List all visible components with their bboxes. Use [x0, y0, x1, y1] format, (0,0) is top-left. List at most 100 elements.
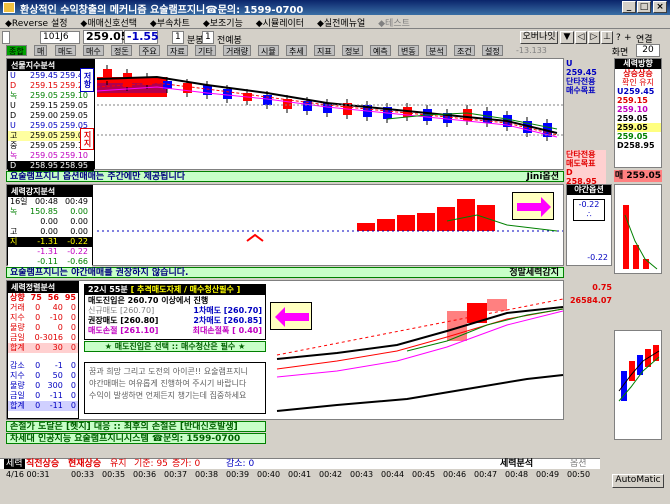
- force-direction-value: 259.15: [617, 96, 648, 105]
- tab-0[interactable]: 종합: [6, 45, 27, 56]
- tab-17[interactable]: 설정: [482, 45, 503, 56]
- tab-16[interactable]: 조건: [454, 45, 475, 56]
- status-option: 옵션: [570, 459, 587, 469]
- table-cell-v3: 0: [70, 371, 76, 380]
- time-tick: 00:36: [133, 470, 157, 479]
- night-notice-strip: 요술램프지니는 야간매매를 권장하지 않습니다. 정말세력감지: [6, 267, 564, 278]
- message-3: 수익이 발생하면 언제든지 챙기는데 집중하세요: [89, 391, 247, 400]
- tab-10[interactable]: 추세: [286, 45, 307, 56]
- table-cell-v3: 0: [70, 343, 76, 352]
- alignment-table-box: 세력정렬분석 상향 75 56 95 거래 0 40 0 지수 0 -10 0 물량 0 0 0 금일 0…: [7, 281, 79, 419]
- table-cell-v3: 0: [70, 361, 76, 370]
- resistance-label: 저항: [80, 68, 94, 92]
- maximize-button[interactable]: □: [637, 1, 651, 13]
- tab-5[interactable]: 주요: [139, 45, 160, 56]
- status-bar: 세력 직전상승 현재상승 유지 기준: 95 증가: 0 감소: 0 세력분석 …: [0, 458, 600, 469]
- question-icon[interactable]: ?: [616, 33, 621, 43]
- menu-aux[interactable]: ◆보조기능: [198, 15, 248, 30]
- menu-bar: ◆Reverse 설정 ◆매매신호선택 ◆부속차트 ◆보조기능 ◆시뮬레이터 ◆…: [0, 15, 670, 29]
- time-tick: 00:50: [567, 470, 591, 479]
- first-sell: 1차매도 [260.70]: [193, 306, 262, 315]
- stop-loss: 매도손절 [261.10]: [88, 326, 159, 335]
- table-row: 거래 0 40 0: [8, 303, 78, 313]
- prev-button[interactable]: ◁: [575, 31, 587, 44]
- tab-7[interactable]: 기타: [195, 45, 216, 56]
- tab-1[interactable]: 매: [34, 45, 48, 56]
- cell-k: 녹: [10, 151, 18, 160]
- time-tick: 00:41: [288, 470, 312, 479]
- zoom-input[interactable]: 20: [636, 44, 660, 57]
- pin-icon[interactable]: ⊥: [601, 31, 613, 44]
- cell-v1: 259.00: [30, 111, 58, 120]
- automatic-button[interactable]: AutoMatic: [612, 474, 664, 488]
- tab-11[interactable]: 지표: [314, 45, 335, 56]
- second-sell: 2차매도 [260.85]: [193, 316, 262, 325]
- table-cell-v2: -3016: [39, 333, 63, 342]
- cell-v1: 259.05: [30, 131, 58, 140]
- tab-12[interactable]: 정보: [342, 45, 363, 56]
- table-cell-v2: 40: [52, 303, 63, 312]
- message-2: 야간매매는 여유롭게 진행하여 주시기 바랍니다: [89, 379, 247, 388]
- status-base: 기준: 95: [134, 459, 168, 469]
- time-tick: 00:40: [257, 470, 281, 479]
- cell-k: [10, 217, 28, 227]
- menu-signal[interactable]: ◆매매신호선택: [75, 15, 142, 30]
- tab-8[interactable]: 거래량: [223, 45, 252, 56]
- table-row: 물량 0 0 0: [8, 323, 78, 333]
- force-direction-value: 259.05: [617, 123, 661, 132]
- data-row: 녹 150.85 0.00: [8, 207, 92, 217]
- status-increase: 증가: 0: [172, 459, 201, 469]
- menu-reverse[interactable]: ◆Reverse 설정: [0, 15, 73, 30]
- next-button[interactable]: ▷: [588, 31, 600, 44]
- table-cell-v3: 0: [70, 391, 76, 400]
- bottom-right-value: 26584.07: [569, 296, 612, 305]
- align-black-1: [276, 306, 564, 360]
- th-1: 75: [30, 293, 42, 302]
- interval-input[interactable]: 1: [202, 31, 214, 44]
- force-direction-header: 세력방향: [615, 59, 661, 69]
- tab-13[interactable]: 예측: [370, 45, 391, 56]
- menu-subchart[interactable]: ◆부속차트: [145, 15, 195, 30]
- tab-6[interactable]: 자료: [167, 45, 188, 56]
- message-1: 꿈과 희망 그리고 도전의 아이콘!! 요술램프지니: [89, 367, 248, 376]
- menu-test[interactable]: ◆테스트: [373, 15, 415, 30]
- cell-v1: -1.31: [37, 247, 58, 256]
- up-marker: [246, 233, 264, 242]
- table-cell-v3: 0: [70, 381, 76, 390]
- cell-k: D: [10, 81, 17, 90]
- table-cell-v2: -10: [49, 313, 63, 322]
- table-cell-v1: 0: [35, 303, 41, 312]
- time-tick: 00:37: [164, 470, 188, 479]
- down-arrow-icon[interactable]: ▼: [560, 31, 574, 44]
- overnight-button[interactable]: 오버나잇: [520, 31, 558, 44]
- close-button[interactable]: ×: [653, 1, 667, 13]
- tab-15[interactable]: 분석: [426, 45, 447, 56]
- star-line: ★ 매도진입은 선택 :: 매수청산은 필수 ★: [84, 341, 266, 352]
- table-cell-v2: 0: [57, 323, 63, 332]
- table-cell-k: 물량: [10, 381, 25, 390]
- tab-14[interactable]: 변동: [398, 45, 419, 56]
- table-cell-k: 금일: [10, 391, 25, 400]
- tab-3[interactable]: 매수: [83, 45, 104, 56]
- plus-icon[interactable]: +: [624, 33, 632, 43]
- cell-v2: 0.00: [70, 207, 88, 216]
- menu-manual[interactable]: ◆실전메뉴얼: [312, 15, 370, 30]
- minimize-button[interactable]: _: [622, 1, 636, 13]
- strategy-header-text: [ 추격매도자제 / 매수청산필수 ]: [130, 285, 241, 294]
- menu-simulator[interactable]: ◆시뮬레이터: [251, 15, 309, 30]
- tab-4[interactable]: 정돈: [111, 45, 132, 56]
- table-cell-v2: 50: [52, 371, 63, 380]
- table-row: 지수 0 -10 0: [8, 313, 78, 323]
- tab-9[interactable]: 시뮬: [258, 45, 279, 56]
- night-option-panel: 야간옵션 -0.22 ∴ -0.22: [566, 184, 612, 266]
- force-bar: [357, 223, 375, 231]
- table-cell-k: 합계: [10, 343, 25, 352]
- candle: [223, 89, 232, 99]
- align-dashed: [276, 298, 564, 356]
- code-select[interactable]: 101J6: [40, 31, 80, 44]
- period-input[interactable]: 1: [172, 31, 184, 44]
- cell-k: D: [10, 111, 17, 120]
- table-cell-v2: 300: [47, 381, 63, 390]
- tab-2[interactable]: 매도: [55, 45, 76, 56]
- cell-v1: 259.05: [30, 91, 58, 100]
